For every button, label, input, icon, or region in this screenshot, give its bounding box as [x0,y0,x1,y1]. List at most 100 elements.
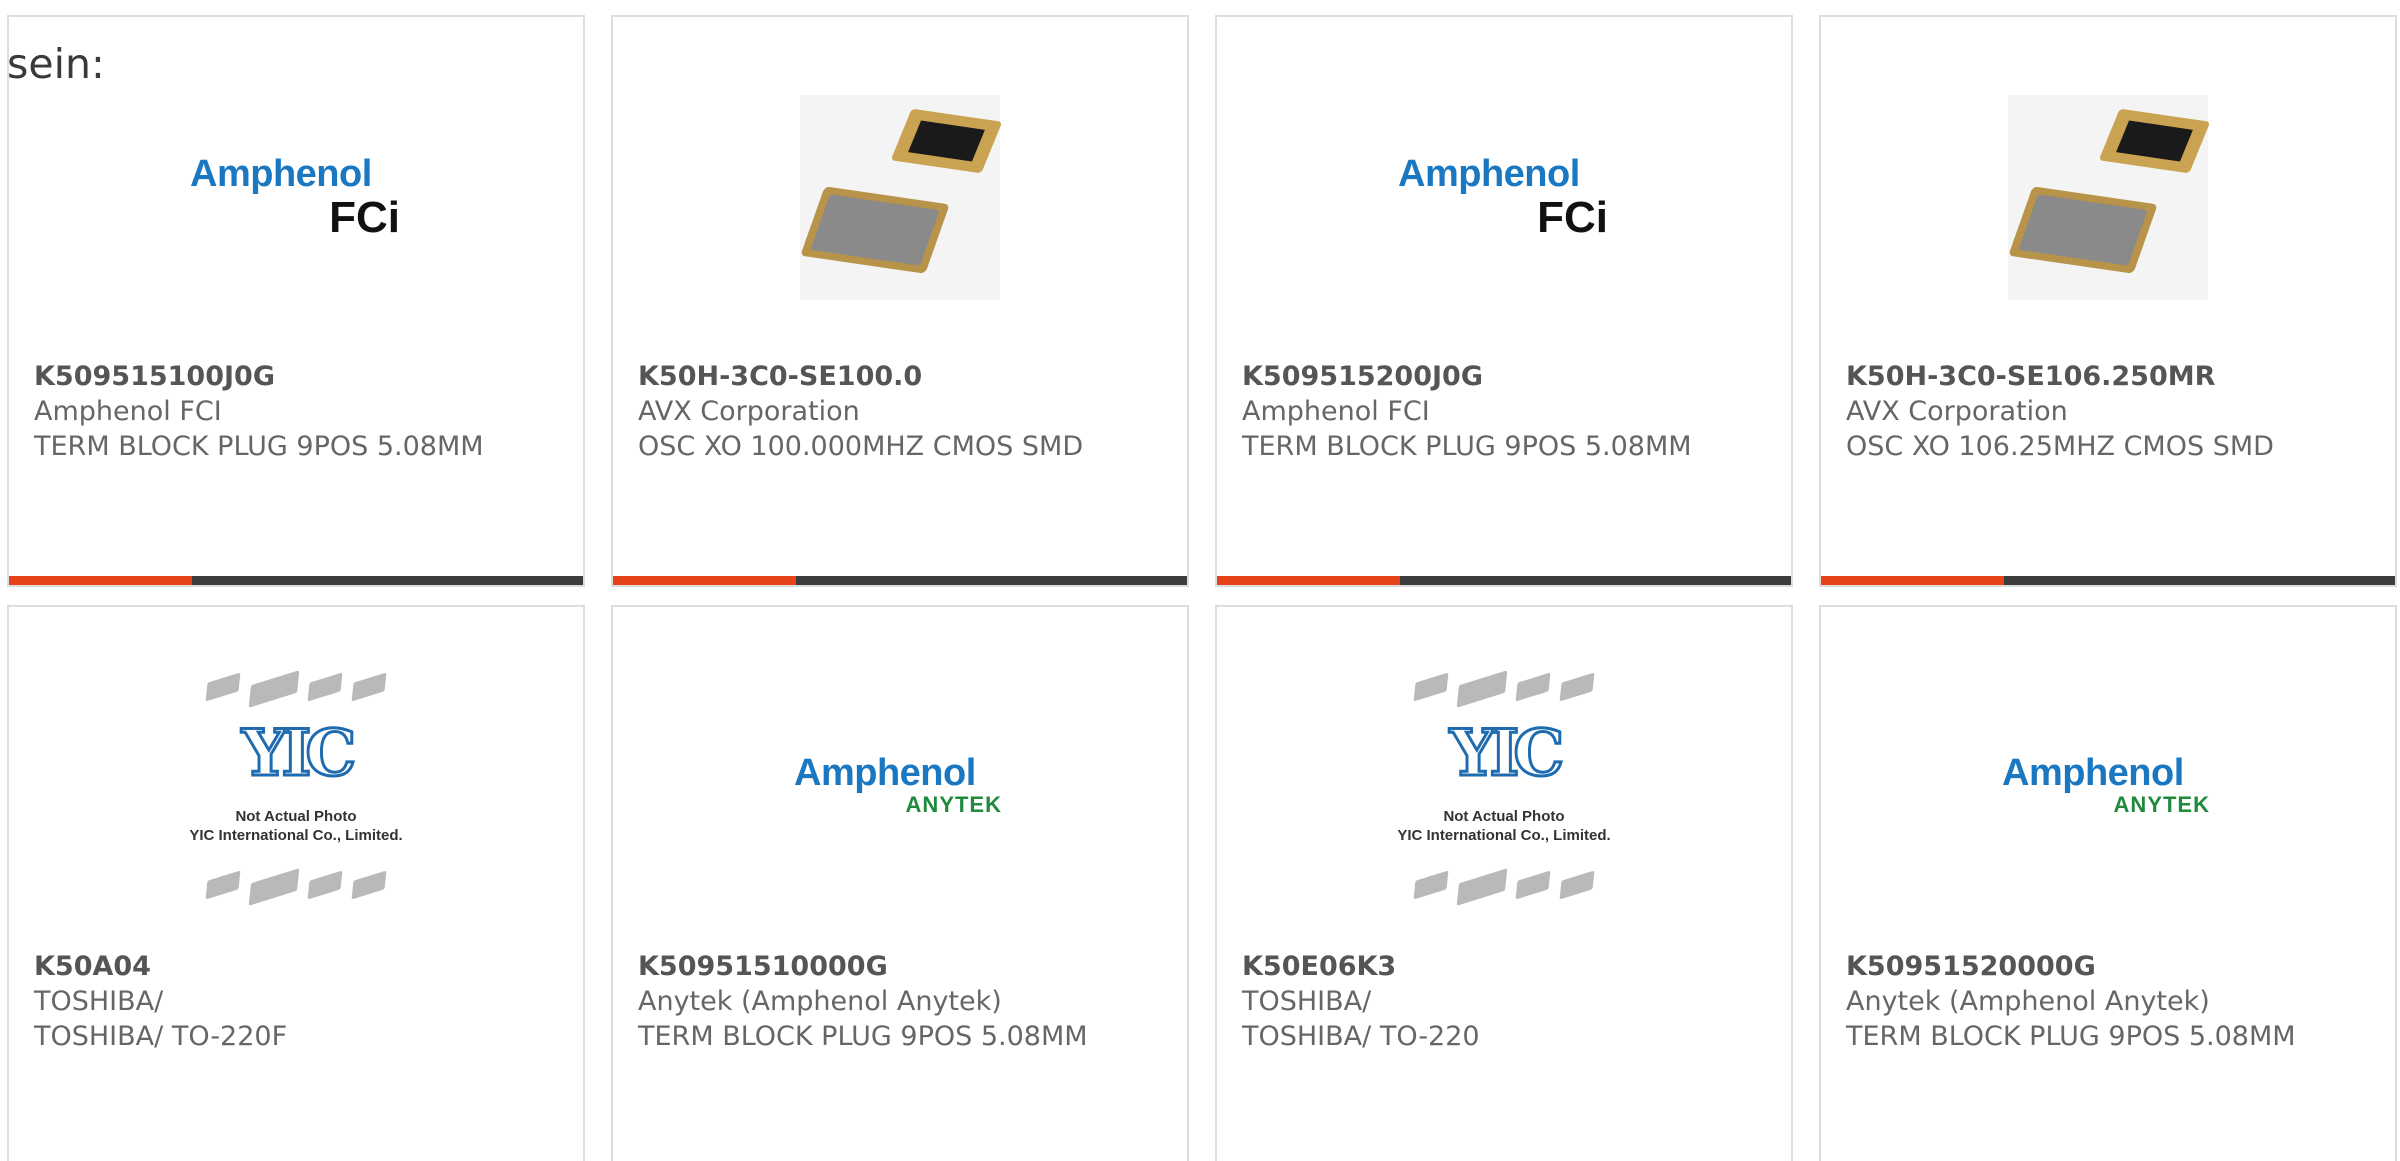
product-info: K509515200J0G Amphenol FCI TERM BLOCK PL… [1242,359,1692,464]
oscillator-photo [800,94,1003,300]
description: TOSHIBA/ TO-220F [34,1021,288,1052]
product-image[interactable]: Amphenol FCi [9,77,583,317]
part-number-link[interactable]: K509515200J0G [1242,359,1692,394]
part-number-link[interactable]: K50951520000G [1846,949,2296,984]
logo-text-anytek: ANYTEK [905,792,1002,817]
chip-icon [248,868,300,906]
oscillator-bottom-view [890,108,1003,173]
product-card[interactable]: K50H-3C0-SE100.0 AVX Corporation OSC XO … [611,15,1189,587]
card-bottom-bar [9,576,583,585]
chip-icon [307,870,343,900]
chip-icon [1559,672,1595,702]
product-image[interactable]: Amphenol ANYTEK [613,667,1187,907]
oscillator-photo [2008,94,2211,300]
chip-icon [205,870,241,900]
product-image[interactable] [1821,77,2395,317]
product-info: K50951520000G Anytek (Amphenol Anytek) T… [1846,949,2296,1054]
chip-icon [1456,868,1508,906]
chip-icons [1369,868,1639,906]
chip-icon [351,870,387,900]
placeholder-caption: Not Actual Photo YIC International Co., … [1369,807,1639,845]
manufacturer: TOSHIBA/ [34,986,164,1017]
product-card[interactable]: Amphenol ANYTEK K50951520000G Anytek (Am… [1819,605,2397,1161]
product-info: K50E06K3 TOSHIBA/ TOSHIBA/ TO-220 [1242,949,1480,1054]
product-info: K509515100J0G Amphenol FCI TERM BLOCK PL… [34,359,484,464]
oscillator-top-view [2008,185,2158,274]
chip-icons [161,868,431,906]
product-image[interactable]: YIC Not Actual Photo YIC International C… [1217,667,1791,907]
description: TERM BLOCK PLUG 9POS 5.08MM [1242,431,1692,462]
product-info: K50A04 TOSHIBA/ TOSHIBA/ TO-220F [34,949,287,1054]
description: TERM BLOCK PLUG 9POS 5.08MM [1846,1021,2296,1052]
description: TERM BLOCK PLUG 9POS 5.08MM [638,1021,1088,1052]
accent-bar [9,576,192,585]
chip-icon [1559,870,1595,900]
part-number-link[interactable]: K50E06K3 [1242,949,1480,984]
chip-icon [1413,870,1449,900]
card-bottom-bar [613,576,1187,585]
part-number-link[interactable]: K50H-3C0-SE106.250MR [1846,359,2274,394]
intro-text: sein: [7,40,105,88]
chip-icon [1456,670,1508,708]
product-grid-page: Amphenol FCi K509515100J0G Amphenol FCI … [0,0,2400,1161]
chip-icon [1515,672,1551,702]
logo-text-amphenol: Amphenol [190,153,372,195]
card-bottom-bar [1217,576,1791,585]
product-card[interactable]: YIC Not Actual Photo YIC International C… [7,605,585,1161]
product-card[interactable]: Amphenol FCi K509515200J0G Amphenol FCI … [1215,15,1793,587]
manufacturer: Anytek (Amphenol Anytek) [1846,986,2210,1017]
chip-icons [1369,670,1639,708]
placeholder-caption: Not Actual Photo YIC International Co., … [161,807,431,845]
amphenol-fci-logo: Amphenol FCi [186,147,406,247]
product-card[interactable]: K50H-3C0-SE106.250MR AVX Corporation OSC… [1819,15,2397,587]
amphenol-anytek-logo: Amphenol ANYTEK [790,752,1010,822]
accent-bar [1217,576,1400,585]
chip-icon [307,672,343,702]
logo-text-amphenol: Amphenol [2002,752,2184,794]
caption-line-1: Not Actual Photo [1443,808,1565,825]
chip-icon [248,670,300,708]
manufacturer: TOSHIBA/ [1242,986,1372,1017]
product-image[interactable]: Amphenol ANYTEK [1821,667,2395,907]
manufacturer: Amphenol FCI [34,396,222,427]
manufacturer: Amphenol FCI [1242,396,1430,427]
caption-line-2: YIC International Co., Limited. [189,827,403,844]
part-number-link[interactable]: K509515100J0G [34,359,484,394]
product-info: K50H-3C0-SE100.0 AVX Corporation OSC XO … [638,359,1083,464]
product-card[interactable]: Amphenol FCi K509515100J0G Amphenol FCI … [7,15,585,587]
card-bottom-bar [1821,576,2395,585]
caption-line-2: YIC International Co., Limited. [1397,827,1611,844]
product-info: K50951510000G Anytek (Amphenol Anytek) T… [638,949,1088,1054]
caption-line-1: Not Actual Photo [235,808,357,825]
logo-text-fci: FCi [329,193,400,242]
chip-icons [161,670,431,708]
chip-icon [351,672,387,702]
logo-text-amphenol: Amphenol [794,752,976,794]
logo-text-fci: FCi [1537,193,1608,242]
manufacturer: AVX Corporation [1846,396,2068,427]
logo-text-anytek: ANYTEK [2113,792,2210,817]
product-image[interactable] [613,77,1187,317]
oscillator-top-view [800,185,950,274]
part-number-link[interactable]: K50H-3C0-SE100.0 [638,359,1083,394]
yic-logo-mark: YIC [240,716,358,791]
logo-text-amphenol: Amphenol [1398,153,1580,195]
accent-bar [613,576,796,585]
product-card[interactable]: YIC Not Actual Photo YIC International C… [1215,605,1793,1161]
description: TERM BLOCK PLUG 9POS 5.08MM [34,431,484,462]
part-number-link[interactable]: K50A04 [34,949,287,984]
product-card[interactable]: Amphenol ANYTEK K50951510000G Anytek (Am… [611,605,1189,1161]
amphenol-fci-logo: Amphenol FCi [1394,147,1614,247]
description: OSC XO 100.000MHZ CMOS SMD [638,431,1084,462]
description: OSC XO 106.25MHZ CMOS SMD [1846,431,2274,462]
part-number-link[interactable]: K50951510000G [638,949,1088,984]
product-info: K50H-3C0-SE106.250MR AVX Corporation OSC… [1846,359,2274,464]
chip-icon [1515,870,1551,900]
product-image[interactable]: YIC Not Actual Photo YIC International C… [9,667,583,907]
yic-placeholder-image: YIC Not Actual Photo YIC International C… [1369,667,1639,907]
manufacturer: AVX Corporation [638,396,860,427]
manufacturer: Anytek (Amphenol Anytek) [638,986,1002,1017]
product-image[interactable]: Amphenol FCi [1217,77,1791,317]
accent-bar [1821,576,2004,585]
amphenol-anytek-logo: Amphenol ANYTEK [1998,752,2218,822]
